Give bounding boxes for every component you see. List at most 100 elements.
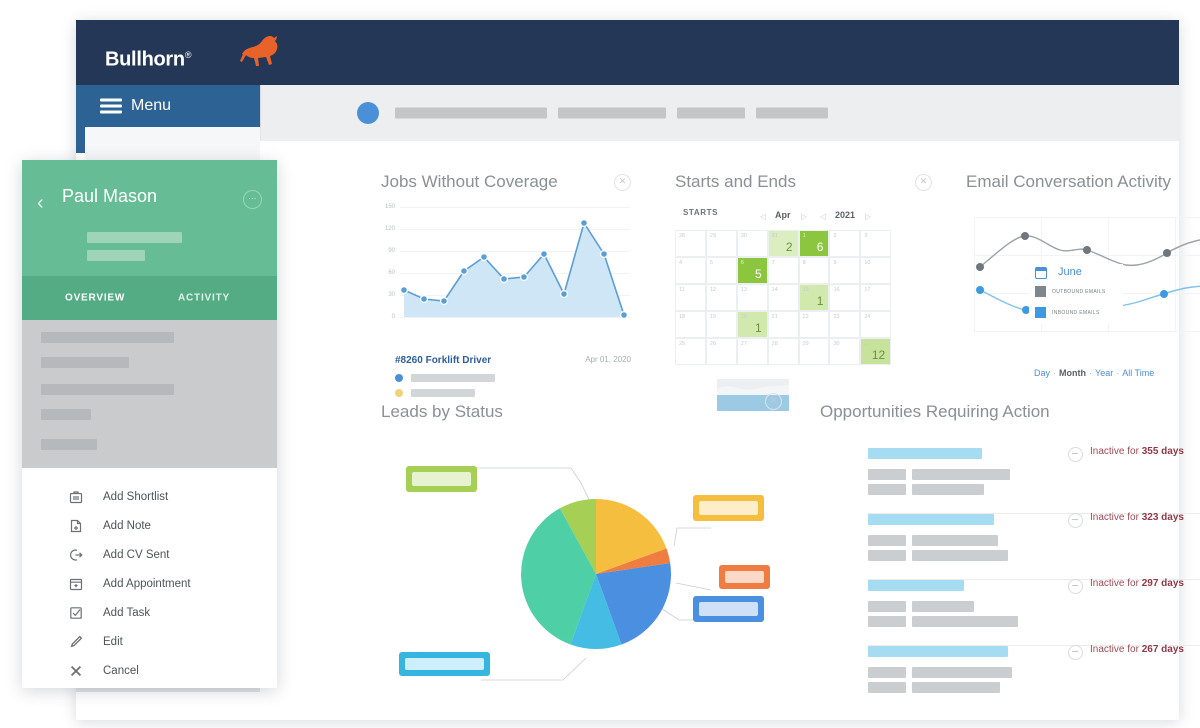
calendar-cell[interactable]: 23 xyxy=(829,311,861,338)
calendar-cell[interactable]: 15 1 xyxy=(798,284,830,311)
calendar-cell[interactable]: 5 xyxy=(705,257,737,284)
inactive-days: 267 days xyxy=(1141,644,1184,655)
legend-swatch-outbound xyxy=(1035,286,1046,297)
opportunity-field-placeholder xyxy=(868,535,906,546)
calendar-cell[interactable]: 29 xyxy=(798,338,830,365)
range-year[interactable]: Year xyxy=(1095,368,1113,378)
calendar-cell[interactable]: 9 xyxy=(829,257,861,284)
calendar-day-number: 28 xyxy=(771,341,778,347)
calendar-cell[interactable]: 26 xyxy=(705,338,737,365)
legend-swatch-inbound xyxy=(1035,307,1046,318)
minus-circle-icon[interactable] xyxy=(1068,645,1083,660)
menu-item-cancel[interactable]: Cancel xyxy=(22,656,277,685)
calendar-cell[interactable]: 10 xyxy=(860,257,892,284)
area-chart xyxy=(399,207,630,319)
person-card-header: ‹ Paul Mason ⋯ xyxy=(22,160,277,276)
close-circle-icon[interactable]: ✕ xyxy=(614,174,631,191)
calendar-cell[interactable]: 3 xyxy=(860,230,892,257)
menu-item-label: Add Note xyxy=(103,520,151,532)
minus-circle-icon[interactable] xyxy=(1068,513,1083,528)
pie-label-pill[interactable] xyxy=(406,466,477,492)
chevron-left-icon[interactable]: ‹ xyxy=(37,193,44,213)
nav-placeholder[interactable] xyxy=(756,107,828,119)
range-day[interactable]: Day xyxy=(1034,368,1050,378)
pie-label-pill[interactable] xyxy=(719,565,770,589)
calendar-cell[interactable]: 12 xyxy=(705,284,737,311)
calendar-cell[interactable]: 28 xyxy=(675,230,706,257)
nav-placeholder[interactable] xyxy=(395,107,547,119)
pie-label-pill[interactable] xyxy=(693,495,764,521)
calendar-day-number: 8 xyxy=(802,260,806,266)
calendar-cell[interactable]: 24 xyxy=(860,311,892,338)
opportunity-row[interactable]: Inactive for 267 days xyxy=(868,644,1200,712)
calendar-cell[interactable]: 31 2 xyxy=(767,230,799,257)
opportunity-field-placeholder xyxy=(912,682,1000,693)
calendar-month[interactable]: Apr xyxy=(775,210,791,220)
calendar-cell[interactable]: 25 xyxy=(675,338,706,365)
bullhorn-logo: Bullhorn® xyxy=(105,49,191,72)
calendar-cell[interactable]: 20 1 xyxy=(736,311,768,338)
menu-item-add-note[interactable]: Add Note xyxy=(22,511,277,540)
calendar-year[interactable]: 2021 xyxy=(835,210,855,220)
calendar-cell[interactable]: 17 xyxy=(860,284,892,311)
calendar-cell[interactable]: 22 xyxy=(798,311,830,338)
minus-circle-icon[interactable] xyxy=(1068,579,1083,594)
menu-item-add-appointment[interactable]: Add Appointment xyxy=(22,569,277,598)
calendar-cell[interactable]: 16 xyxy=(798,230,830,257)
menu-item-add-task[interactable]: Add Task xyxy=(22,598,277,627)
calendar-mode[interactable]: STARTS xyxy=(683,208,718,217)
bull-icon xyxy=(236,33,284,67)
calendar-cell[interactable]: 2 xyxy=(829,230,861,257)
calendar-cell[interactable]: 16 xyxy=(829,284,861,311)
chevron-right-icon[interactable]: ▷ xyxy=(865,212,871,221)
chevron-left-icon[interactable]: ◁ xyxy=(760,212,766,221)
nav-placeholder[interactable] xyxy=(677,107,745,119)
opportunity-row[interactable]: Inactive for 297 days xyxy=(868,578,1200,646)
pie-label-pill[interactable] xyxy=(693,596,764,622)
body-placeholder xyxy=(41,357,129,368)
menu-item-add-shortlist[interactable]: Add Shortlist xyxy=(22,482,277,511)
panel-opportunities-requiring-action: Opportunities Requiring Action ✕ Inactiv… xyxy=(820,402,1200,702)
calendar-day-number: 7 xyxy=(771,260,775,266)
ellipsis-icon[interactable]: ⋯ xyxy=(243,190,262,209)
calendar-cell[interactable]: 1 12 xyxy=(860,338,892,365)
inactive-status: Inactive for 267 days xyxy=(1090,644,1184,655)
menu-button[interactable]: Menu xyxy=(76,85,260,127)
panel-title: Starts and Ends xyxy=(675,172,796,191)
y-axis-tick: 30 xyxy=(388,292,395,298)
chevron-right-icon[interactable]: ▷ xyxy=(801,212,807,221)
calendar-cell[interactable]: 30 xyxy=(736,230,768,257)
menu-item-add-cv-sent[interactable]: Add CV Sent xyxy=(22,540,277,569)
calendar-cell[interactable]: 7 xyxy=(767,257,799,284)
calendar-cell[interactable]: 30 xyxy=(829,338,861,365)
tab-overview[interactable]: OVERVIEW xyxy=(65,293,125,304)
calendar-cell[interactable]: 4 xyxy=(675,257,706,284)
calendar-day-number: 28 xyxy=(679,233,686,239)
chevron-left-icon[interactable]: ◁ xyxy=(820,212,826,221)
opportunity-row[interactable]: Inactive for 323 days xyxy=(868,512,1200,580)
calendar-cell[interactable]: 14 xyxy=(767,284,799,311)
pie-label-pill[interactable] xyxy=(399,652,490,676)
tab-activity[interactable]: ACTIVITY xyxy=(178,293,230,304)
range-all-time[interactable]: All Time xyxy=(1122,368,1154,378)
range-month[interactable]: Month xyxy=(1059,368,1086,378)
close-circle-icon[interactable]: ✕ xyxy=(915,174,932,191)
calendar-cell[interactable]: 65 xyxy=(736,257,768,284)
opportunity-row[interactable]: Inactive for 355 days xyxy=(868,446,1200,514)
nav-placeholder[interactable] xyxy=(558,107,666,119)
calendar-cell[interactable]: 21 xyxy=(767,311,799,338)
calendar-cell[interactable]: 28 xyxy=(767,338,799,365)
calendar-cell[interactable]: 13 xyxy=(736,284,768,311)
calendar-cell[interactable]: 27 xyxy=(736,338,768,365)
calendar-cell[interactable]: 8 xyxy=(798,257,830,284)
panel-title: Email Conversation Activity xyxy=(966,172,1172,191)
menu-item-edit[interactable]: Edit xyxy=(22,627,277,656)
calendar-day-number: 14 xyxy=(771,287,778,293)
calendar-cell[interactable]: 19 xyxy=(705,311,737,338)
calendar-cell[interactable]: 11 xyxy=(675,284,706,311)
calendar-cell[interactable]: 29 xyxy=(705,230,737,257)
calendar-cell-value: 12 xyxy=(871,348,886,362)
user-avatar[interactable] xyxy=(357,102,379,124)
minus-circle-icon[interactable] xyxy=(1068,447,1083,462)
calendar-cell[interactable]: 18 xyxy=(675,311,706,338)
